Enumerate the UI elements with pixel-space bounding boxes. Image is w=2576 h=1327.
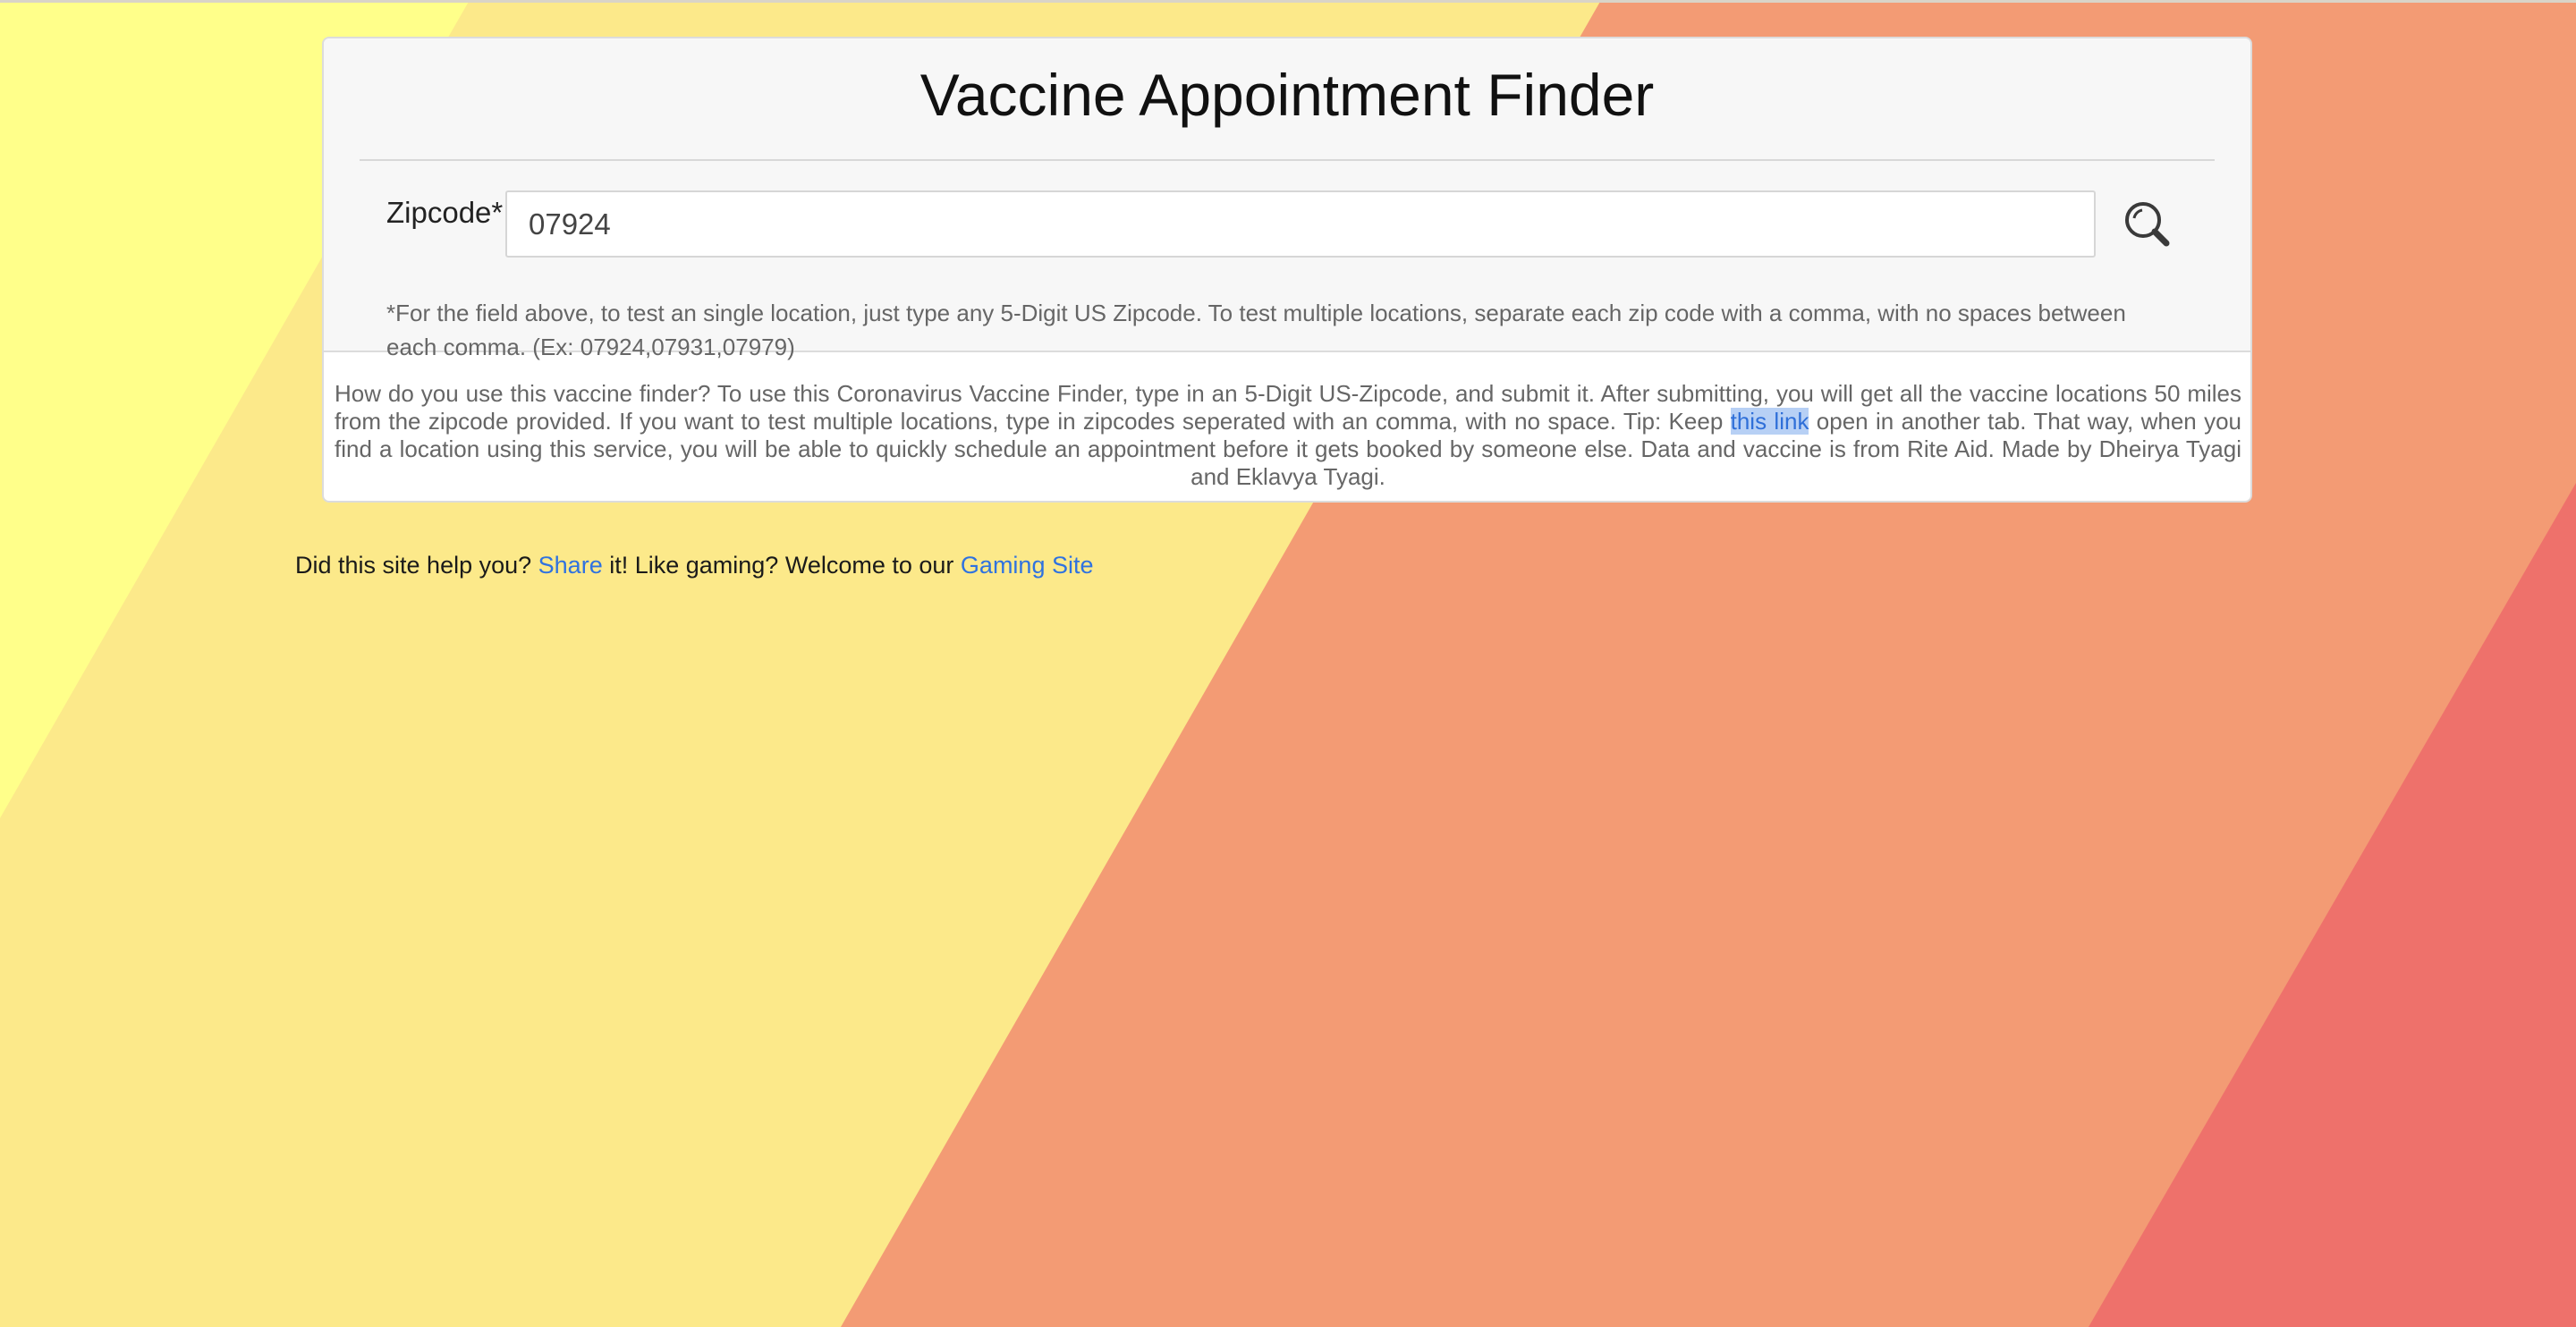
zipcode-helper-text: *For the field above, to test an single … [386,300,2126,360]
this-link[interactable]: this link [1730,408,1809,435]
card-header: Vaccine Appointment Finder Zipcode* *For… [324,38,2250,360]
footer-text: Did this site help you? Share it! Like g… [295,551,1094,579]
zipcode-label: Zipcode* [386,196,504,229]
top-border-line [0,0,2576,3]
search-button[interactable] [2118,194,2179,255]
share-link[interactable]: Share [538,552,603,579]
page-title: Vaccine Appointment Finder [919,62,1655,128]
finder-card: Vaccine Appointment Finder Zipcode* *For… [322,37,2252,503]
search-icon [2118,202,2179,258]
instructions-text: How do you use this vaccine finder? To u… [335,380,2241,491]
zipcode-input[interactable] [505,190,2096,258]
header-divider [360,159,2215,161]
footer-text-part-1: Did this site help you? [295,552,538,579]
gaming-site-link[interactable]: Gaming Site [961,552,1094,579]
footer-text-part-2: it! Like gaming? Welcome to our [602,552,961,579]
